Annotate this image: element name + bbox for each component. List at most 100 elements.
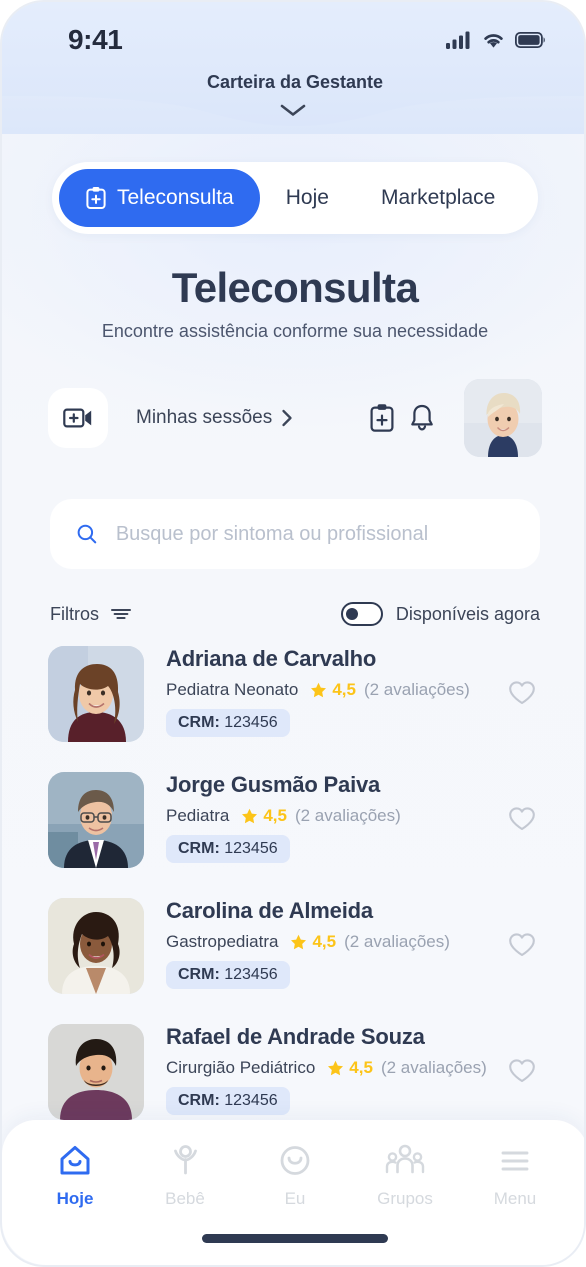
quick-actions-row: Minhas sessões — [48, 379, 542, 457]
doctor-crm-value: 123456 — [224, 840, 278, 857]
user-avatar[interactable] — [464, 379, 542, 457]
phone-screen: 9:41 Carteira da Gestante Teleconsulta H… — [0, 0, 586, 1267]
doctor-name: Rafael de Andrade Souza — [166, 1024, 425, 1049]
tab-marketplace[interactable]: Marketplace — [355, 169, 521, 227]
notifications-button[interactable] — [402, 396, 442, 440]
doctor-crm-label: CRM: — [178, 966, 220, 983]
chevron-right-icon — [282, 409, 292, 427]
doctor-rating-value: 4,5 — [349, 1058, 373, 1077]
new-session-button[interactable] — [48, 388, 108, 448]
doctor-rating-value: 4,5 — [263, 806, 287, 825]
doctor-list[interactable]: Adriana de Carvalho Pediatra Neonato 4,5… — [2, 638, 584, 1124]
search-bar[interactable] — [50, 499, 540, 569]
search-input[interactable] — [115, 522, 514, 546]
doctor-meta: Gastropediatra 4,5 (2 avaliações) — [166, 932, 502, 952]
header-collapse-button[interactable] — [278, 102, 308, 123]
page-title: Carteira da Gestante — [206, 72, 384, 92]
tab-teleconsulta[interactable]: Teleconsulta — [59, 169, 260, 227]
clipboard-plus-icon — [370, 404, 394, 432]
my-sessions-link[interactable]: Minhas sessões — [136, 407, 293, 429]
filters-row: Filtros Disponíveis agora — [50, 598, 540, 630]
favorite-button[interactable] — [502, 890, 542, 958]
nav-item-bebe[interactable]: Bebê — [135, 1142, 235, 1209]
doctor-name: Adriana de Carvalho — [166, 646, 377, 671]
doctor-list-item[interactable]: Jorge Gusmão Paiva Pediatra 4,5 (2 avali… — [2, 764, 584, 890]
doctor-crm-badge: CRM: 123456 — [166, 961, 290, 989]
doctor-photo — [48, 898, 144, 994]
heart-outline-icon — [509, 807, 535, 831]
nav-item-bebe-label: Bebê — [165, 1189, 205, 1208]
nav-item-eu-label: Eu — [284, 1189, 306, 1208]
doctor-info: Jorge Gusmão Paiva Pediatra 4,5 (2 avali… — [166, 764, 502, 863]
doctor-list-item[interactable]: Carolina de Almeida Gastropediatra 4,5 (… — [2, 890, 584, 1016]
toggle-knob — [345, 608, 358, 620]
records-button[interactable] — [362, 396, 402, 440]
doctor-photo — [48, 646, 144, 742]
doctor-info: Rafael de Andrade Souza Cirurgião Pediát… — [166, 1016, 502, 1115]
doctor-reviews: (2 avaliações) — [294, 806, 401, 825]
avatar-image — [464, 379, 542, 457]
doctor-rating: 4,5 — [241, 806, 287, 826]
doctor-rating-value: 4,5 — [312, 932, 337, 951]
doctor-name: Jorge Gusmão Paiva — [166, 772, 381, 797]
doctor-specialty: Pediatra Neonato — [166, 680, 299, 699]
heart-outline-icon — [509, 681, 535, 705]
nav-item-menu[interactable]: Menu — [465, 1142, 565, 1209]
filters-button[interactable]: Filtros — [50, 604, 132, 625]
nav-item-hoje[interactable]: Hoje — [25, 1142, 125, 1209]
nav-item-menu-label: Menu — [493, 1189, 537, 1208]
nav-item-eu[interactable]: Eu — [245, 1142, 345, 1209]
nav-item-grupos-label: Grupos — [377, 1189, 433, 1208]
filters-label: Filtros — [50, 603, 99, 624]
favorite-button[interactable] — [502, 638, 542, 706]
doctor-photo-image — [48, 772, 144, 868]
doctor-photo-image — [48, 898, 144, 994]
doctor-rating: 4,5 — [290, 932, 336, 952]
doctor-rating: 4,5 — [327, 1058, 373, 1078]
tab-marketplace-label: Marketplace — [380, 186, 496, 209]
cellular-signal-icon — [446, 31, 470, 49]
bell-icon — [411, 404, 433, 431]
doctor-info: Carolina de Almeida Gastropediatra 4,5 (… — [166, 890, 502, 989]
doctor-photo — [48, 1024, 144, 1120]
baby-icon — [174, 1145, 197, 1175]
doctor-meta: Pediatra 4,5 (2 avaliações) — [166, 806, 502, 826]
favorite-button[interactable] — [502, 764, 542, 832]
battery-icon — [515, 32, 545, 48]
home-icon — [60, 1146, 90, 1175]
star-icon — [291, 934, 307, 949]
doctor-rating-value: 4,5 — [332, 680, 356, 699]
doctor-list-item[interactable]: Adriana de Carvalho Pediatra Neonato 4,5… — [2, 638, 584, 764]
doctor-meta: Pediatra Neonato 4,5 (2 avaliações) — [166, 680, 502, 700]
doctor-reviews: (2 avaliações) — [363, 680, 470, 699]
status-bar-clock: 9:41 — [68, 24, 123, 55]
doctor-rating: 4,5 — [310, 680, 356, 700]
status-bar-icons — [446, 31, 546, 50]
doctor-reviews: (2 avaliações) — [380, 1058, 487, 1077]
hamburger-menu-icon — [501, 1151, 529, 1171]
doctor-list-item[interactable]: Rafael de Andrade Souza Cirurgião Pediát… — [2, 1016, 584, 1124]
doctor-crm-label: CRM: — [178, 840, 220, 857]
tab-hoje[interactable]: Hoje — [260, 169, 355, 227]
search-icon — [77, 524, 97, 544]
available-now-toggle[interactable]: Disponíveis agora — [340, 602, 540, 626]
heart-outline-icon — [509, 1059, 535, 1083]
video-plus-icon — [63, 408, 92, 428]
doctor-crm-label: CRM: — [178, 1092, 220, 1109]
hero-subtitle: Encontre assistência conforme sua necess… — [101, 321, 489, 341]
doctor-crm-badge: CRM: 123456 — [166, 709, 290, 737]
tab-teleconsulta-label: Teleconsulta — [117, 186, 234, 209]
doctor-photo — [48, 772, 144, 868]
doctor-crm-value: 123456 — [224, 966, 278, 983]
wifi-icon — [484, 34, 503, 48]
nav-item-hoje-label: Hoje — [56, 1189, 94, 1208]
chevron-down-icon — [280, 104, 306, 116]
star-icon — [328, 1060, 344, 1075]
star-icon — [242, 808, 258, 823]
doctor-specialty: Pediatra — [166, 806, 230, 825]
doctor-specialty: Cirurgião Pediátrico — [166, 1058, 316, 1077]
nav-item-grupos[interactable]: Grupos — [355, 1142, 455, 1209]
doctor-crm-value: 123456 — [224, 714, 278, 731]
favorite-button[interactable] — [502, 1016, 542, 1084]
section-tabs: Teleconsulta Hoje Marketplace — [52, 162, 538, 234]
